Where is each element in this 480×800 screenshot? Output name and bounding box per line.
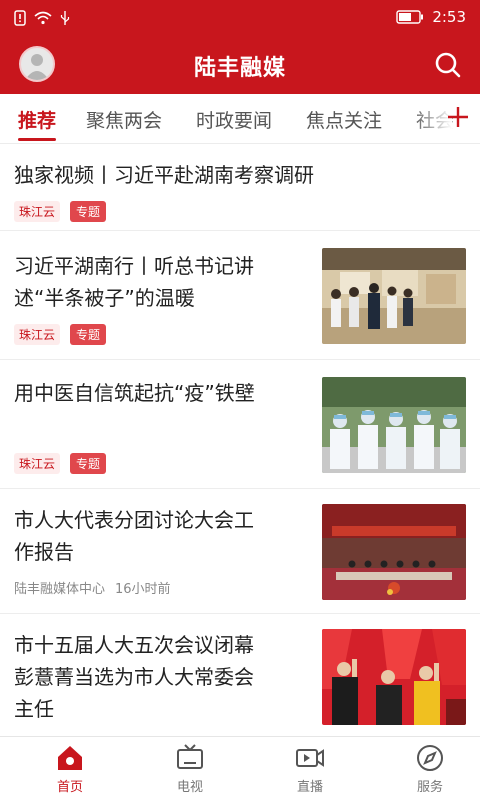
tab-focus[interactable]: 焦点关注 <box>306 106 382 133</box>
news-title: 习近平湖南行丨听总书记讲 述“半条被子”的温暖 <box>14 250 254 314</box>
search-button[interactable] <box>432 49 464 81</box>
plus-icon <box>448 107 468 127</box>
news-title-line: 市十五届人大五次会议闭幕 <box>14 633 254 657</box>
meeting-hall-photo <box>322 504 466 600</box>
news-thumbnail[interactable] <box>322 248 466 344</box>
news-item[interactable]: 市人大代表分团讨论大会工 作报告 陆丰融媒体中心 16小时前 <box>0 490 480 614</box>
nav-service-label: 服务 <box>416 780 443 795</box>
news-title-line: 作报告 <box>14 540 74 564</box>
bottom-navigation: 首页 电视 直播 服务 <box>0 736 480 800</box>
status-bar: 2:53 <box>0 0 480 36</box>
news-item[interactable]: 用中医自信筑起抗“疫”铁壁 珠江云 专题 <box>0 361 480 489</box>
news-meta: 珠江云 专题 <box>14 201 107 222</box>
nav-live[interactable]: 直播 <box>270 743 350 795</box>
sim-alert-icon <box>14 10 26 26</box>
tab-politics[interactable]: 时政要闻 <box>196 106 272 133</box>
news-thumbnail[interactable] <box>322 377 466 473</box>
news-title: 市十五届人大五次会议闭幕 彭薏菁当选为市人大常委会 主任 <box>14 629 254 725</box>
nav-home[interactable]: 首页 <box>30 743 110 795</box>
news-item[interactable]: 市十五届人大五次会议闭幕 彭薏菁当选为市人大常委会 主任 <box>0 615 480 735</box>
nav-service[interactable]: 服务 <box>390 743 470 795</box>
exhibition-photo <box>322 248 466 344</box>
news-meta: 珠江云 专题 <box>14 453 107 474</box>
usb-icon <box>60 11 70 25</box>
nav-tv-label: 电视 <box>176 780 203 795</box>
oath-ceremony-photo <box>322 629 466 725</box>
app-header: 陆丰融媒 <box>0 36 480 94</box>
news-item[interactable]: 独家视频丨习近平赴湖南考察调研 珠江云 专题 <box>0 145 480 231</box>
news-title-line: 市人大代表分团讨论大会工 <box>14 508 254 532</box>
news-title: 市人大代表分团讨论大会工 作报告 <box>14 504 254 568</box>
news-title-line: 彭薏菁当选为市人大常委会 <box>14 665 254 689</box>
nav-live-label: 直播 <box>296 780 323 795</box>
tab-recommend[interactable]: 推荐 <box>18 106 56 133</box>
nav-home-label: 首页 <box>56 780 83 795</box>
tv-icon <box>177 744 203 769</box>
wifi-icon <box>34 11 52 25</box>
topic-badge: 专题 <box>70 324 107 345</box>
category-tabs: 推荐 聚焦两会 时政要闻 焦点关注 社会 <box>0 94 480 144</box>
compass-icon <box>417 745 443 771</box>
app-title: 陆丰融媒 <box>193 56 286 81</box>
medical-team-photo <box>322 377 466 473</box>
source-tag: 珠江云 <box>14 324 61 345</box>
nav-tv[interactable]: 电视 <box>150 743 230 795</box>
source-text: 陆丰融媒体中心 <box>14 582 106 597</box>
add-channel-button[interactable] <box>446 103 470 131</box>
live-video-icon <box>296 749 324 767</box>
news-title: 独家视频丨习近平赴湖南考察调研 <box>14 163 314 187</box>
tab-two-sessions[interactable]: 聚焦两会 <box>86 106 162 133</box>
source-tag: 珠江云 <box>14 201 61 222</box>
tab-active-indicator <box>18 138 56 141</box>
news-thumbnail[interactable] <box>322 504 466 600</box>
status-time: 2:53 <box>432 8 466 26</box>
news-meta: 珠江云 专题 <box>14 324 107 345</box>
source-tag: 珠江云 <box>14 453 61 474</box>
search-icon <box>435 52 461 78</box>
news-item[interactable]: 习近平湖南行丨听总书记讲 述“半条被子”的温暖 珠江云 专题 <box>0 232 480 360</box>
news-title-line: 述“半条被子”的温暖 <box>14 286 195 310</box>
news-feed: 独家视频丨习近平赴湖南考察调研 珠江云 专题 习近平湖南行丨听总书记讲 述“半条… <box>0 145 480 735</box>
publish-time: 16小时前 <box>115 582 171 597</box>
news-title-line: 主任 <box>14 697 54 721</box>
topic-badge: 专题 <box>70 453 107 474</box>
news-meta: 陆丰融媒体中心 16小时前 <box>14 578 171 597</box>
news-title: 用中医自信筑起抗“疫”铁壁 <box>14 381 255 405</box>
home-icon <box>58 746 82 770</box>
status-icons-right: 2:53 <box>396 8 466 26</box>
status-icons-left <box>14 10 70 26</box>
battery-icon <box>396 10 424 24</box>
topic-badge: 专题 <box>70 201 107 222</box>
news-title-line: 习近平湖南行丨听总书记讲 <box>14 254 254 278</box>
news-thumbnail[interactable] <box>322 629 466 725</box>
